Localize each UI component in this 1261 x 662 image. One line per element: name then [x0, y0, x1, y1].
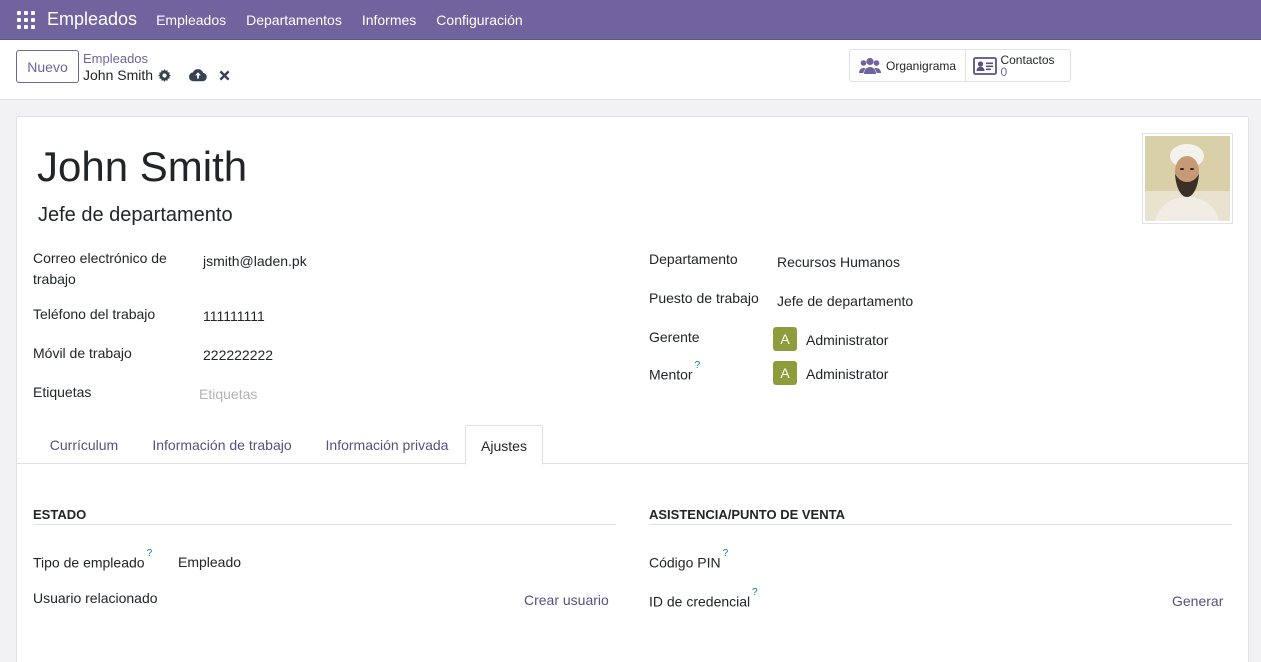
contacts-count: 0: [1000, 64, 1008, 79]
tags-input[interactable]: Etiquetas: [199, 386, 257, 402]
job-position-field[interactable]: Jefe de departamento: [777, 293, 913, 309]
work-mobile-field[interactable]: 222222222: [203, 347, 273, 363]
manager-avatar: A: [773, 327, 797, 351]
new-button[interactable]: Nuevo: [16, 50, 79, 83]
work-phone-field[interactable]: 111111111: [203, 308, 265, 324]
users-icon: [859, 57, 881, 74]
gear-icon[interactable]: [157, 68, 171, 82]
department-field[interactable]: Recursos Humanos: [777, 254, 900, 270]
discard-icon[interactable]: [217, 68, 231, 82]
help-icon[interactable]: ?: [752, 587, 758, 598]
employee-type-label: Tipo de empleado?: [33, 548, 153, 574]
employee-photo[interactable]: [1142, 133, 1233, 224]
breadcrumb-parent[interactable]: Empleados: [83, 51, 148, 66]
contact-card-icon: [973, 56, 998, 75]
org-chart-button[interactable]: Organigrama: [850, 50, 967, 81]
coach-label: Mentor?: [649, 360, 701, 386]
top-navbar: Empleados Empleados Departamentos Inform…: [0, 0, 1261, 40]
coach-field[interactable]: Administrator: [806, 366, 888, 382]
smart-buttons: Organigrama Contactos 0: [849, 49, 1071, 82]
create-user-button[interactable]: Crear usuario: [524, 592, 609, 608]
menu-informes[interactable]: Informes: [362, 12, 416, 28]
employee-name[interactable]: John Smith: [37, 143, 247, 191]
department-label: Departamento: [649, 251, 738, 267]
menu-departamentos[interactable]: Departamentos: [246, 12, 342, 28]
menu-configuracion[interactable]: Configuración: [436, 12, 522, 28]
manager-field[interactable]: Administrator: [806, 332, 888, 348]
pin-label: Código PIN?: [649, 548, 729, 574]
control-panel: Nuevo Empleados John Smith Organigrama C…: [0, 40, 1261, 100]
employee-job-title[interactable]: Jefe de departamento: [38, 204, 233, 227]
tab-work-information[interactable]: Información de trabajo: [140, 425, 304, 464]
contacts-button[interactable]: Contactos 0: [966, 50, 1070, 81]
attendance-section-title: ASISTENCIA/PUNTO DE VENTA: [649, 507, 845, 522]
work-mobile-label: Móvil de trabajo: [33, 345, 132, 361]
app-name[interactable]: Empleados: [47, 9, 137, 30]
help-icon[interactable]: ?: [695, 360, 701, 371]
tab-private-information[interactable]: Información privada: [318, 425, 456, 464]
generate-badge-button[interactable]: Generar: [1172, 593, 1223, 609]
work-email-field[interactable]: jsmith@laden.pk: [203, 253, 307, 269]
coach-label-text: Mentor: [649, 366, 693, 383]
related-user-label: Usuario relacionado: [33, 590, 158, 606]
employee-form-sheet: John Smith Jefe de departamento Correo e…: [16, 116, 1249, 662]
org-chart-label: Organigrama: [886, 58, 957, 73]
tab-resume[interactable]: Currículum: [34, 425, 134, 464]
status-section-title: ESTADO: [33, 507, 87, 522]
apps-grid-icon[interactable]: [17, 10, 35, 29]
contacts-text: Contactos 0: [1000, 54, 1054, 78]
status-divider: [33, 524, 616, 525]
pin-label-text: Código PIN: [649, 554, 721, 571]
job-position-label: Puesto de trabajo: [649, 290, 759, 306]
help-icon[interactable]: ?: [147, 548, 153, 559]
badge-id-label-text: ID de credencial: [649, 593, 751, 610]
save-cloud-icon[interactable]: [189, 67, 207, 83]
menu-empleados[interactable]: Empleados: [156, 12, 226, 28]
attendance-divider: [649, 524, 1232, 525]
coach-avatar: A: [773, 361, 797, 385]
work-email-label: Correo electrónico de trabajo: [33, 250, 167, 287]
notebook-tabs: Currículum Información de trabajo Inform…: [17, 425, 1248, 465]
contacts-label: Contactos: [1000, 52, 1055, 67]
manager-label: Gerente: [649, 329, 700, 345]
employee-type-field[interactable]: Empleado: [178, 554, 241, 570]
badge-id-label: ID de credencial?: [649, 587, 758, 613]
employee-type-label-text: Tipo de empleado: [33, 554, 145, 571]
work-phone-label: Teléfono del trabajo: [33, 306, 156, 322]
breadcrumb-current: John Smith: [83, 67, 154, 83]
tags-label: Etiquetas: [33, 384, 92, 400]
help-icon[interactable]: ?: [723, 548, 729, 559]
tab-settings[interactable]: Ajustes: [465, 425, 543, 465]
